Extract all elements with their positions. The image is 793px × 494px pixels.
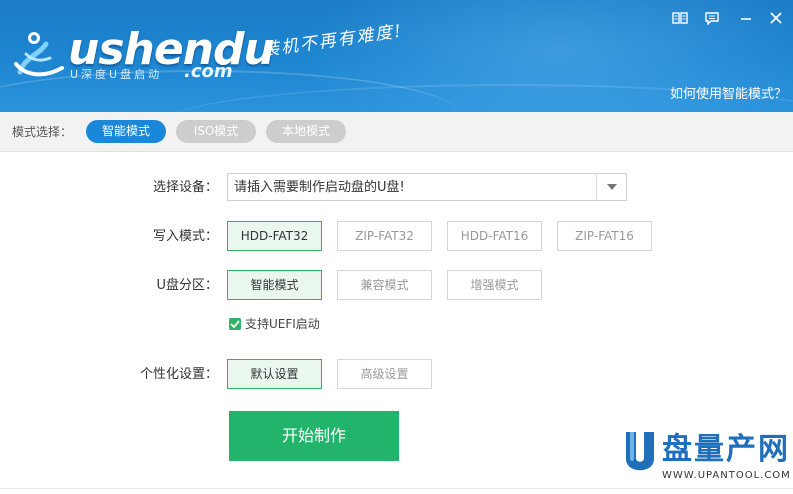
write-mode-zip-fat32[interactable]: ZIP-FAT32	[337, 221, 432, 251]
device-select[interactable]: 请插入需要制作启动盘的U盘!	[227, 173, 627, 201]
personalize-label: 个性化设置：	[139, 367, 218, 382]
write-mode-label: 写入模式：	[152, 229, 218, 244]
partition-smart[interactable]: 智能模式	[227, 270, 322, 300]
chevron-down-icon[interactable]	[596, 174, 626, 200]
watermark-logo: 盘量产网 WWW.UPANTOOL.COM	[622, 430, 790, 494]
app-header: ushendu U深度U盘启动 .com 装机不再有难度! 如何使用智能模式？	[0, 0, 793, 112]
write-mode-hdd-fat32[interactable]: HDD-FAT32	[227, 221, 322, 251]
feedback-icon[interactable]	[701, 8, 723, 28]
logo-subtitle: U深度U盘启动	[70, 68, 163, 81]
partition-compatible[interactable]: 兼容模式	[337, 270, 432, 300]
device-label: 选择设备：	[152, 180, 218, 195]
partition-enhanced[interactable]: 增强模式	[447, 270, 542, 300]
uefi-checkbox[interactable]	[229, 318, 241, 330]
watermark-text: 盘量产网	[662, 432, 790, 467]
watermark-u-icon	[626, 432, 654, 471]
device-select-value: 请插入需要制作启动盘的U盘!	[234, 180, 405, 195]
uefi-label[interactable]: 支持UEFI启动	[245, 316, 320, 332]
write-mode-hdd-fat16[interactable]: HDD-FAT16	[447, 221, 542, 251]
manual-icon[interactable]	[669, 8, 691, 28]
minimize-icon[interactable]	[735, 8, 757, 28]
write-mode-zip-fat16[interactable]: ZIP-FAT16	[557, 221, 652, 251]
close-icon[interactable]	[765, 8, 787, 28]
tab-local-mode[interactable]: 本地模式	[266, 120, 346, 143]
logo-icon	[14, 32, 64, 77]
partition-label: U盘分区：	[156, 278, 218, 293]
check-icon	[230, 320, 240, 328]
bottom-divider	[0, 488, 793, 489]
logo-dotcom: .com	[184, 61, 233, 82]
mode-bar: 模式选择： 智能模式 ISO模式 本地模式	[0, 112, 793, 152]
help-link[interactable]: 如何使用智能模式？	[670, 86, 787, 104]
start-make-button[interactable]: 开始制作	[229, 411, 399, 461]
mode-select-label: 模式选择：	[12, 125, 73, 139]
advanced-settings-button[interactable]: 高级设置	[337, 359, 432, 389]
tab-smart-mode[interactable]: 智能模式	[86, 120, 166, 143]
watermark-url: WWW.UPANTOOL.COM	[662, 470, 791, 481]
default-settings-button[interactable]: 默认设置	[227, 359, 322, 389]
tab-iso-mode[interactable]: ISO模式	[176, 120, 256, 143]
